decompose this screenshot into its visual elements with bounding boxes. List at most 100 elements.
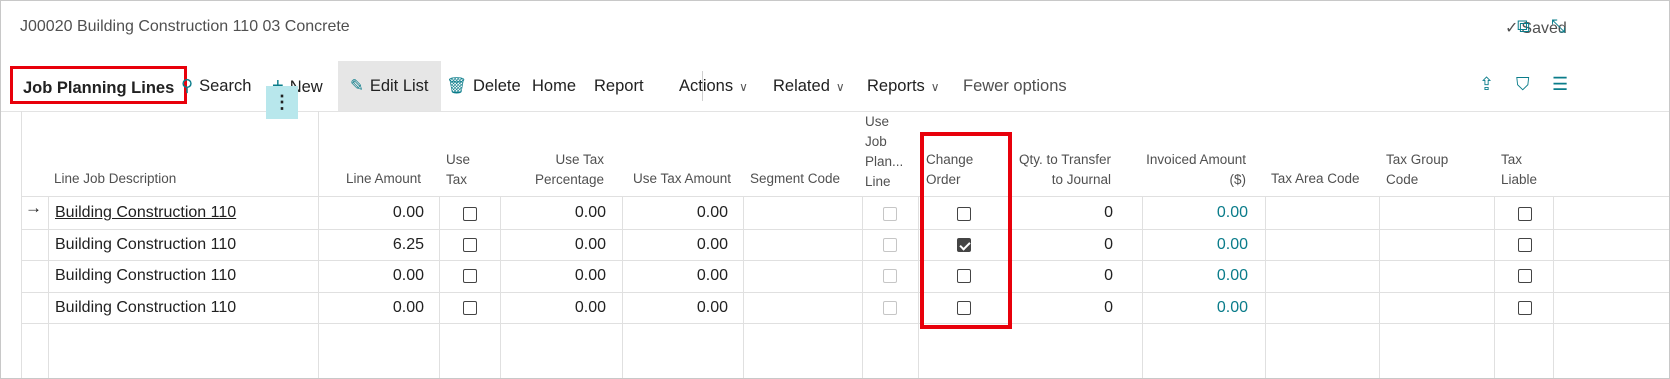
header-use-tax-percentage[interactable]: Use Tax Percentage <box>506 150 604 190</box>
cell-use-tax-percentage[interactable]: 0.00 <box>506 259 606 293</box>
header-line-job-description[interactable]: Line Job Description <box>54 169 176 189</box>
header-tax-area-code[interactable]: Tax Area Code <box>1271 169 1360 189</box>
cell-invoiced-amount[interactable]: 0.00 <box>1141 259 1248 293</box>
related-label: Related <box>773 77 830 95</box>
header-use-tax-amount[interactable]: Use Tax Amount <box>633 169 731 189</box>
cell-use-tax-percentage[interactable]: 0.00 <box>506 196 606 230</box>
row-description[interactable]: Building Construction 110 <box>55 259 236 293</box>
column-divider <box>1265 196 1266 378</box>
header-invoiced-line1: Invoiced Amount <box>1146 152 1246 167</box>
change-order-highlight <box>920 132 1012 329</box>
tax-liable-checkbox[interactable] <box>1518 301 1532 315</box>
header-line-amount[interactable]: Line Amount <box>321 169 421 189</box>
use-tax-checkbox[interactable] <box>463 207 477 221</box>
cell-line-amount[interactable]: 6.25 <box>321 228 424 262</box>
header-qty-line1: Qty. to Transfer <box>1018 152 1111 167</box>
chevron-down-icon: ∨ <box>835 80 845 94</box>
share-icon[interactable]: ⇪ <box>1479 74 1494 95</box>
search-label: Search <box>199 77 252 95</box>
collapse-icon[interactable]: ⤡ <box>1551 16 1565 37</box>
search-icon: ⚲ <box>181 77 194 95</box>
current-row-arrow-icon: → <box>25 198 42 217</box>
use-tax-checkbox[interactable] <box>463 269 477 283</box>
cell-use-tax-amount[interactable]: 0.00 <box>626 196 728 230</box>
cell-use-tax-percentage[interactable]: 0.00 <box>506 228 606 262</box>
cell-qty-to-transfer[interactable]: 0 <box>1011 291 1113 325</box>
header-tax-liable[interactable]: Tax Liable <box>1501 150 1537 190</box>
use-job-planning-line-checkbox <box>883 269 897 283</box>
header-tax-group-line2: Code <box>1386 172 1419 187</box>
list-view-icon[interactable]: ☰ <box>1552 74 1568 95</box>
cell-line-amount[interactable]: 0.00 <box>321 259 424 293</box>
row-description[interactable]: Building Construction 110 <box>55 228 236 262</box>
page-name-tab[interactable]: Job Planning Lines <box>10 66 188 104</box>
related-menu[interactable]: Related ∨ <box>773 61 845 111</box>
chevron-down-icon: ∨ <box>930 80 940 94</box>
edit-list-label: Edit List <box>369 77 429 95</box>
row-divider <box>21 292 1669 293</box>
header-tax-group-code[interactable]: Tax Group Code <box>1386 150 1448 190</box>
row-description[interactable]: Building Construction 110 <box>55 291 236 325</box>
row-divider <box>21 196 1669 197</box>
tax-liable-checkbox[interactable] <box>1518 238 1532 252</box>
cell-use-tax-amount[interactable]: 0.00 <box>626 259 728 293</box>
use-job-planning-line-checkbox <box>883 238 897 252</box>
edit-list-icon: ✎ <box>350 77 364 95</box>
page-frame: J00020 Building Construction 110 03 Conc… <box>0 0 1670 379</box>
header-tax-liable-line1: Tax <box>1501 152 1523 167</box>
actions-label: Actions <box>679 77 734 95</box>
home-button[interactable]: Home <box>532 61 576 111</box>
edit-list-button[interactable]: ✎ Edit List <box>338 61 441 111</box>
cell-qty-to-transfer[interactable]: 0 <box>1011 228 1113 262</box>
cell-line-amount[interactable]: 0.00 <box>321 196 424 230</box>
header-use-tax[interactable]: Use Tax <box>446 150 470 190</box>
cell-invoiced-amount[interactable]: 0.00 <box>1141 196 1248 230</box>
tax-liable-checkbox[interactable] <box>1518 269 1532 283</box>
column-divider <box>439 196 440 378</box>
action-bar: Job Planning Lines ⚲Search +New ✎Edit Li… <box>1 61 1669 112</box>
report-button[interactable]: Report <box>594 61 644 111</box>
column-divider <box>918 196 919 378</box>
column-divider <box>500 196 501 378</box>
cell-use-tax-percentage[interactable]: 0.00 <box>506 291 606 325</box>
column-divider <box>862 196 863 378</box>
cell-use-tax-amount[interactable]: 0.00 <box>626 228 728 262</box>
reports-label: Reports <box>867 77 925 95</box>
header-segment-code[interactable]: Segment Code <box>750 169 840 189</box>
column-divider <box>21 111 22 378</box>
reports-menu[interactable]: Reports ∨ <box>867 61 940 111</box>
header-use-job-line3: Plan... <box>865 154 904 169</box>
fewer-options-button[interactable]: Fewer options <box>963 61 1067 111</box>
header-use-job-planning-line[interactable]: Use Job Plan... Line <box>865 112 903 192</box>
column-divider <box>48 196 49 378</box>
job-planning-lines-grid: Line Job Description Line Amount Use Tax … <box>21 111 1669 378</box>
cell-qty-to-transfer[interactable]: 0 <box>1011 196 1113 230</box>
row-description-link[interactable]: Building Construction 110 <box>55 196 236 230</box>
cell-invoiced-amount[interactable]: 0.00 <box>1141 291 1248 325</box>
cell-invoiced-amount[interactable]: 0.00 <box>1141 228 1248 262</box>
cell-line-amount[interactable]: 0.00 <box>321 291 424 325</box>
header-qty-to-transfer[interactable]: Qty. to Transfer to Journal <box>1011 150 1111 190</box>
row-actions-menu-button[interactable]: ⋮ <box>266 86 298 119</box>
tax-liable-checkbox[interactable] <box>1518 207 1532 221</box>
column-divider <box>1553 196 1554 378</box>
cell-use-tax-amount[interactable]: 0.00 <box>626 291 728 325</box>
page-title: J00020 Building Construction 110 03 Conc… <box>20 18 350 35</box>
header-invoiced-amount[interactable]: Invoiced Amount ($) <box>1141 150 1246 190</box>
use-job-planning-line-checkbox <box>883 207 897 221</box>
header-tax-liable-line2: Liable <box>1501 172 1538 187</box>
use-tax-checkbox[interactable] <box>463 238 477 252</box>
open-new-window-icon[interactable]: ⧉ <box>1517 16 1530 37</box>
cell-qty-to-transfer[interactable]: 0 <box>1011 259 1113 293</box>
actions-menu[interactable]: Actions ∨ <box>679 61 748 111</box>
column-divider <box>622 196 623 378</box>
header-use-tax-pct-line1: Use Tax <box>555 152 604 167</box>
filter-icon[interactable]: ⛉ <box>1516 74 1530 95</box>
search-button[interactable]: ⚲ Search <box>181 61 251 111</box>
delete-button[interactable]: 🗑 Delete <box>446 61 521 111</box>
header-use-tax-line2: Tax <box>446 172 468 187</box>
use-tax-checkbox[interactable] <box>463 301 477 315</box>
header-qty-line2: to Journal <box>1051 172 1111 187</box>
chevron-down-icon: ∨ <box>739 80 748 94</box>
delete-label: Delete <box>472 77 521 95</box>
